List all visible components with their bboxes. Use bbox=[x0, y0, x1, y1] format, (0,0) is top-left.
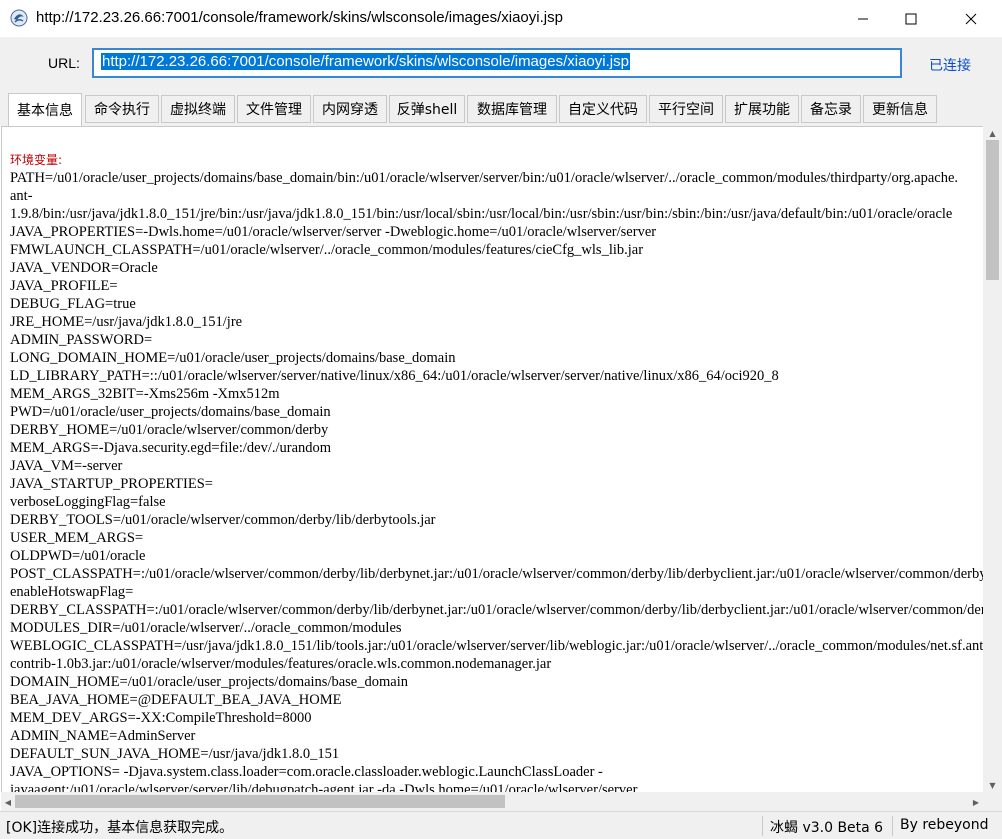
url-input-value: http://172.23.26.66:7001/console/framewo… bbox=[101, 53, 630, 70]
tab-bar: 基本信息 命令执行 虚拟终端 文件管理 内网穿透 反弹shell 数据库管理 自… bbox=[0, 90, 1002, 126]
close-button[interactable] bbox=[948, 0, 994, 38]
env-line: JAVA_STARTUP_PROPERTIES= bbox=[10, 476, 213, 492]
env-line: JAVA_OPTIONS= -Djava.system.class.loader… bbox=[10, 764, 603, 780]
env-line: LONG_DOMAIN_HOME=/u01/oracle/user_projec… bbox=[10, 350, 456, 366]
env-line: contrib-1.0b3.jar:/u01/oracle/wlserver/m… bbox=[10, 656, 552, 672]
env-line: USER_MEM_ARGS= bbox=[10, 530, 144, 546]
env-line: JAVA_VENDOR=Oracle bbox=[10, 260, 158, 276]
env-variable-list: 环境变量: PATH=/u01/oracle/user_projects/dom… bbox=[10, 151, 983, 792]
env-line: MEM_ARGS=-Djava.security.egd=file:/dev/.… bbox=[10, 440, 332, 456]
horizontal-scrollbar[interactable]: ◀ ▶ bbox=[1, 792, 983, 811]
tab-database-manager[interactable]: 数据库管理 bbox=[467, 95, 557, 123]
env-line: MEM_ARGS_32BIT=-Xms256m -Xmx512m bbox=[10, 386, 280, 402]
status-separator bbox=[762, 816, 763, 836]
env-line: MODULES_DIR=/u01/oracle/wlserver/../orac… bbox=[10, 620, 402, 636]
env-line: JAVA_PROFILE= bbox=[10, 278, 118, 294]
env-line: OLDPWD=/u01/oracle bbox=[10, 548, 146, 564]
tab-intranet-tunnel[interactable]: 内网穿透 bbox=[313, 95, 387, 123]
vertical-scrollbar[interactable]: ▲ ▼ bbox=[983, 126, 1002, 792]
env-line: PATH=/u01/oracle/user_projects/domains/b… bbox=[10, 170, 959, 186]
env-line: LD_LIBRARY_PATH=::/u01/oracle/wlserver/s… bbox=[10, 368, 779, 384]
env-line: POST_CLASSPATH=:/u01/oracle/wlserver/com… bbox=[10, 566, 983, 582]
tab-memo[interactable]: 备忘录 bbox=[801, 95, 861, 123]
env-line: JAVA_PROPERTIES=-Dwls.home=/u01/oracle/w… bbox=[10, 224, 657, 240]
env-line: javaagent:/u01/oracle/wlserver/server/li… bbox=[10, 782, 638, 792]
behinder-app-icon bbox=[10, 9, 28, 27]
env-line: verboseLoggingFlag=false bbox=[10, 494, 166, 510]
env-line: FMWLAUNCH_CLASSPATH=/u01/oracle/wlserver… bbox=[10, 242, 644, 258]
basic-info-panel: 环境变量: PATH=/u01/oracle/user_projects/dom… bbox=[1, 126, 983, 792]
env-line: PWD=/u01/oracle/user_projects/domains/ba… bbox=[10, 404, 331, 420]
scroll-right-arrow-icon[interactable]: ▶ bbox=[969, 795, 983, 809]
horizontal-scroll-thumb[interactable] bbox=[15, 795, 505, 808]
title-bar: http://172.23.26.66:7001/console/framewo… bbox=[0, 0, 1002, 38]
status-version: 冰蝎 v3.0 Beta 6 bbox=[770, 820, 884, 836]
minimize-icon bbox=[858, 18, 868, 20]
connection-status: 已连接 bbox=[929, 58, 971, 74]
env-line: 1.9.8/bin:/usr/java/jdk1.8.0_151/jre/bin… bbox=[10, 206, 953, 222]
scroll-down-arrow-icon[interactable]: ▼ bbox=[983, 778, 1002, 792]
scrollbar-corner bbox=[983, 792, 1002, 811]
window-title: http://172.23.26.66:7001/console/framewo… bbox=[36, 9, 563, 26]
env-line: DOMAIN_HOME=/u01/oracle/user_projects/do… bbox=[10, 674, 408, 690]
env-line: JRE_HOME=/usr/java/jdk1.8.0_151/jre bbox=[10, 314, 243, 330]
tab-reverse-shell[interactable]: 反弹shell bbox=[389, 95, 465, 123]
status-author: By rebeyond bbox=[900, 817, 989, 833]
env-line: DERBY_TOOLS=/u01/oracle/wlserver/common/… bbox=[10, 512, 436, 528]
close-icon bbox=[965, 13, 977, 25]
env-line: enableHotswapFlag= bbox=[10, 584, 134, 600]
url-label: URL: bbox=[48, 55, 80, 71]
env-section-title: 环境变量: bbox=[10, 153, 63, 167]
env-line: ant- bbox=[10, 188, 33, 204]
scroll-up-arrow-icon[interactable]: ▲ bbox=[983, 126, 1002, 140]
env-line: JAVA_VM=-server bbox=[10, 458, 123, 474]
tab-command-exec[interactable]: 命令执行 bbox=[85, 95, 159, 123]
url-input[interactable]: http://172.23.26.66:7001/console/framewo… bbox=[92, 48, 902, 78]
tab-update-info[interactable]: 更新信息 bbox=[863, 95, 937, 123]
tab-virtual-terminal[interactable]: 虚拟终端 bbox=[161, 95, 235, 123]
status-separator bbox=[892, 816, 893, 836]
vertical-scroll-thumb[interactable] bbox=[986, 140, 999, 280]
tab-file-manager[interactable]: 文件管理 bbox=[237, 95, 311, 123]
tab-extensions[interactable]: 扩展功能 bbox=[725, 95, 799, 123]
status-message: [OK]连接成功，基本信息获取完成。 bbox=[6, 820, 234, 836]
env-line: DERBY_CLASSPATH=:/u01/oracle/wlserver/co… bbox=[10, 602, 983, 618]
tab-basic-info[interactable]: 基本信息 bbox=[8, 93, 82, 126]
env-line: MEM_DEV_ARGS=-XX:CompileThreshold=8000 bbox=[10, 710, 312, 726]
tab-custom-code[interactable]: 自定义代码 bbox=[559, 95, 647, 123]
env-line: ADMIN_PASSWORD= bbox=[10, 332, 153, 348]
status-bar: [OK]连接成功，基本信息获取完成。 冰蝎 v3.0 Beta 6 By reb… bbox=[0, 811, 1002, 839]
minimize-button[interactable] bbox=[840, 0, 886, 38]
env-line: DEFAULT_SUN_JAVA_HOME=/usr/java/jdk1.8.0… bbox=[10, 746, 340, 762]
env-line: BEA_JAVA_HOME=@DEFAULT_BEA_JAVA_HOME bbox=[10, 692, 342, 708]
env-line: WEBLOGIC_CLASSPATH=/usr/java/jdk1.8.0_15… bbox=[10, 638, 983, 654]
env-line: DEBUG_FLAG=true bbox=[10, 296, 136, 312]
env-line: ADMIN_NAME=AdminServer bbox=[10, 728, 196, 744]
scroll-left-arrow-icon[interactable]: ◀ bbox=[1, 795, 15, 809]
maximize-icon bbox=[905, 13, 917, 25]
maximize-button[interactable] bbox=[888, 0, 934, 38]
url-bar: URL: http://172.23.26.66:7001/console/fr… bbox=[0, 38, 1002, 90]
tab-parallel-space[interactable]: 平行空间 bbox=[649, 95, 723, 123]
env-line: DERBY_HOME=/u01/oracle/wlserver/common/d… bbox=[10, 422, 329, 438]
